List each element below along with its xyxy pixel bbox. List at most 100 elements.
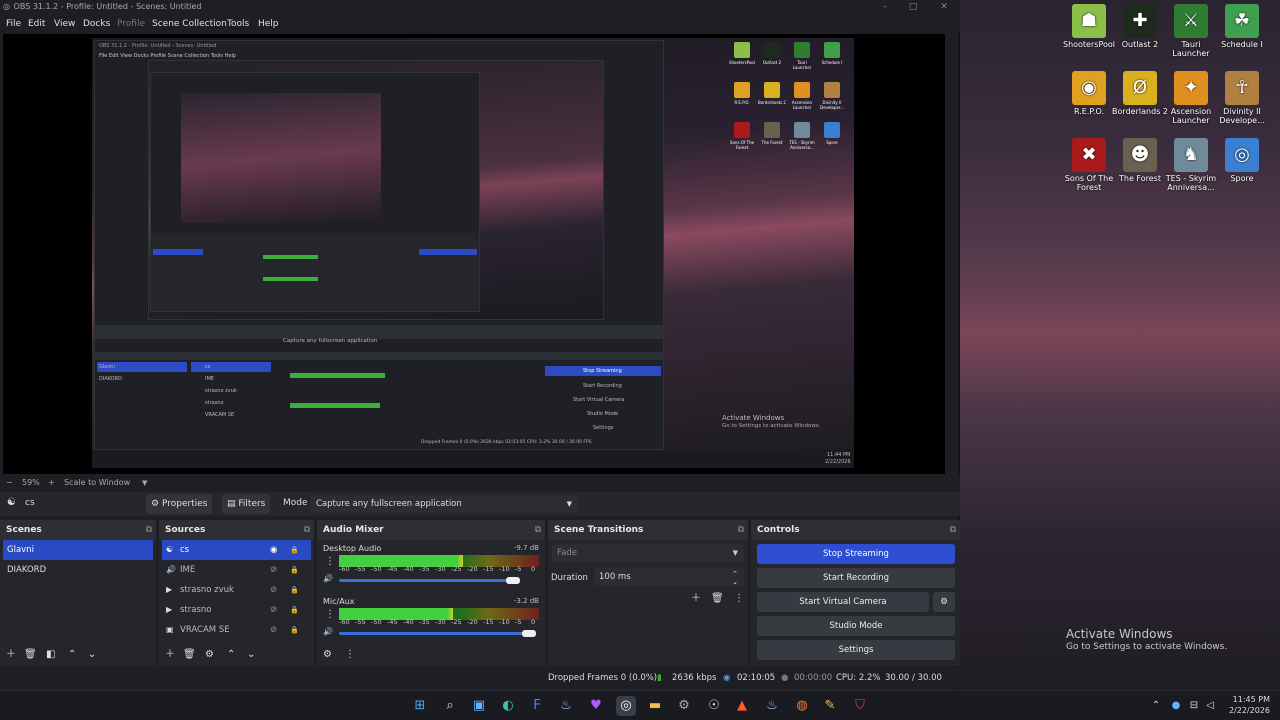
advanced-audio-button[interactable]: ⚙ — [323, 648, 332, 662]
minimize-button[interactable]: – — [870, 0, 900, 14]
desktop-icon[interactable]: ✚ Outlast 2 — [1111, 4, 1169, 49]
menu-edit[interactable]: Edit — [28, 16, 45, 32]
settings-app-icon[interactable]: ⚙ — [674, 696, 694, 716]
github-icon[interactable]: ☉ — [704, 696, 724, 716]
lock-icon[interactable]: 🔒 — [290, 580, 299, 600]
mode-select[interactable]: Capture any fullscreen application ▼ — [310, 495, 578, 513]
desktop-icon[interactable]: ✖ Sons Of The Forest — [1060, 138, 1118, 192]
desktop-icon[interactable]: ☘ Schedule I — [1213, 4, 1271, 49]
eye-icon[interactable]: ◉ — [270, 540, 277, 560]
source-properties-button[interactable]: ⚙ — [205, 648, 214, 662]
zoom-mode[interactable]: Scale to Window — [64, 476, 130, 490]
menu-profile[interactable]: Profile — [117, 16, 145, 32]
file-explorer-icon[interactable]: ▬ — [645, 696, 665, 716]
volume-slider-knob[interactable] — [506, 577, 520, 584]
remove-transition-button[interactable]: 🗑 — [711, 592, 724, 606]
steam-icon[interactable]: ♨ — [556, 696, 576, 716]
move-source-down-button[interactable]: ⌄ — [247, 648, 255, 662]
move-scene-up-button[interactable]: ⌃ — [68, 648, 76, 662]
desktop-icon[interactable]: Ø Borderlands 2 — [1111, 71, 1169, 116]
volume-slider[interactable] — [339, 579, 513, 582]
spin-down-icon[interactable]: ⌄ — [732, 573, 738, 591]
source-item[interactable]: ▣ VRACAM SE ⊘ 🔒 — [162, 620, 311, 640]
source-item[interactable]: ▶ strasno zvuk ⊘ 🔒 — [162, 580, 311, 600]
edge-icon[interactable]: ◐ — [498, 696, 518, 716]
menu-tools[interactable]: Tools — [227, 16, 249, 32]
editor-icon[interactable]: ✎ — [820, 696, 840, 716]
start-icon[interactable]: ⊞ — [410, 696, 430, 716]
zoom-out-button[interactable]: − — [6, 476, 13, 490]
lock-icon[interactable]: 🔒 — [290, 540, 299, 560]
start-recording-button[interactable]: Start Recording — [757, 568, 955, 588]
channel-menu-icon[interactable]: ⋮ — [325, 609, 335, 620]
stop-streaming-button[interactable]: Stop Streaming — [757, 544, 955, 564]
settings-button[interactable]: Settings — [757, 640, 955, 660]
volume-slider[interactable] — [339, 632, 529, 635]
desktop-icon[interactable]: ☥ Divinity II Develope... — [1213, 71, 1271, 125]
move-scene-down-button[interactable]: ⌄ — [88, 648, 96, 662]
source-item[interactable]: ▶ strasno ⊘ 🔒 — [162, 600, 311, 620]
dock-icon[interactable]: ⧉ — [304, 520, 310, 540]
scene-item-glavni[interactable]: Glavni — [3, 540, 153, 560]
eye-hidden-icon[interactable]: ⊘ — [270, 580, 277, 600]
brave-icon[interactable]: ▲ — [732, 696, 752, 716]
properties-button[interactable]: ⚙ Properties — [146, 494, 212, 514]
steam-2-icon[interactable]: ♨ — [762, 696, 782, 716]
microphone-icon[interactable]: ● — [1166, 696, 1186, 716]
eye-hidden-icon[interactable]: ⊘ — [270, 600, 277, 620]
desktop-icon[interactable]: ✦ Ascension Launcher — [1162, 71, 1220, 125]
volume-slider-knob[interactable] — [522, 630, 536, 637]
menu-file[interactable]: File — [6, 16, 21, 32]
lock-icon[interactable]: 🔒 — [290, 600, 299, 620]
taskbar-clock[interactable]: 11:45 PM 2/22/2026 — [1224, 694, 1270, 716]
zoom-in-button[interactable]: + — [48, 476, 55, 490]
desktop-icon[interactable]: ☗ ShootersPool — [1060, 4, 1118, 49]
desktop-icon[interactable]: ⚔ Tauri Launcher — [1162, 4, 1220, 58]
volume-icon[interactable]: ◁ — [1200, 696, 1220, 716]
menu-docks[interactable]: Docks — [83, 16, 110, 32]
add-scene-button[interactable]: ＋ — [6, 648, 16, 662]
start-virtual-camera-button[interactable]: Start Virtual Camera — [757, 592, 929, 612]
add-source-button[interactable]: ＋ — [165, 648, 175, 662]
obs-taskbar-icon[interactable]: ◎ — [616, 696, 636, 716]
firefox-icon[interactable]: ◍ — [792, 696, 812, 716]
eye-hidden-icon[interactable]: ⊘ — [270, 620, 277, 640]
close-button[interactable]: ✕ — [929, 0, 959, 14]
move-source-up-button[interactable]: ⌃ — [227, 648, 235, 662]
virtual-camera-settings-button[interactable]: ⚙ — [933, 592, 955, 612]
add-transition-button[interactable]: ＋ — [691, 592, 701, 606]
dock-icon[interactable]: ⧉ — [950, 520, 956, 540]
mixer-menu-button[interactable]: ⋮ — [345, 648, 355, 662]
studio-mode-button[interactable]: Studio Mode — [757, 616, 955, 636]
menu-scene-collection[interactable]: Scene Collection — [152, 16, 227, 32]
remove-scene-button[interactable]: 🗑 — [24, 648, 37, 662]
search-icon[interactable]: ⌕ — [440, 696, 460, 716]
source-item[interactable]: 🔊 IME ⊘ 🔒 — [162, 560, 311, 580]
dock-icon[interactable]: ⧉ — [738, 520, 744, 540]
desktop-icon[interactable]: ◎ Spore — [1213, 138, 1271, 183]
lock-icon[interactable]: 🔒 — [290, 560, 299, 580]
dock-icon[interactable]: ⧉ — [535, 520, 541, 540]
transition-menu-button[interactable]: ⋮ — [734, 592, 744, 606]
zoom-dropdown-icon[interactable]: ▼ — [142, 476, 147, 490]
tray-chevron-icon[interactable]: ⌃ — [1146, 696, 1166, 716]
remove-source-button[interactable]: 🗑 — [183, 648, 196, 662]
heart-app-icon[interactable]: ♥ — [586, 696, 606, 716]
maximize-button[interactable]: □ — [898, 0, 928, 14]
duration-input[interactable]: 100 ms ⌃ ⌄ — [594, 568, 744, 586]
f-app-icon[interactable]: F — [527, 696, 547, 716]
dock-icon[interactable]: ⧉ — [146, 520, 152, 540]
channel-menu-icon[interactable]: ⋮ — [325, 556, 335, 567]
desktop-icon[interactable]: ◉ R.E.P.O. — [1060, 71, 1118, 116]
menu-view[interactable]: View — [54, 16, 75, 32]
scene-item-diakord[interactable]: DIAKORD — [3, 560, 153, 580]
lock-icon[interactable]: 🔒 — [290, 620, 299, 640]
desktop-icon[interactable]: ☻ The Forest — [1111, 138, 1169, 183]
desktop-icon[interactable]: ♞ TES - Skyrim Anniversa... — [1162, 138, 1220, 192]
source-item[interactable]: ☯ cs ◉ 🔒 — [162, 540, 311, 560]
scene-filters-button[interactable]: ◧ — [46, 648, 55, 662]
transition-select[interactable]: Fade ▼ — [552, 544, 744, 562]
menu-help[interactable]: Help — [258, 16, 279, 32]
eye-hidden-icon[interactable]: ⊘ — [270, 560, 277, 580]
speaker-icon[interactable]: 🔊 — [323, 627, 333, 636]
